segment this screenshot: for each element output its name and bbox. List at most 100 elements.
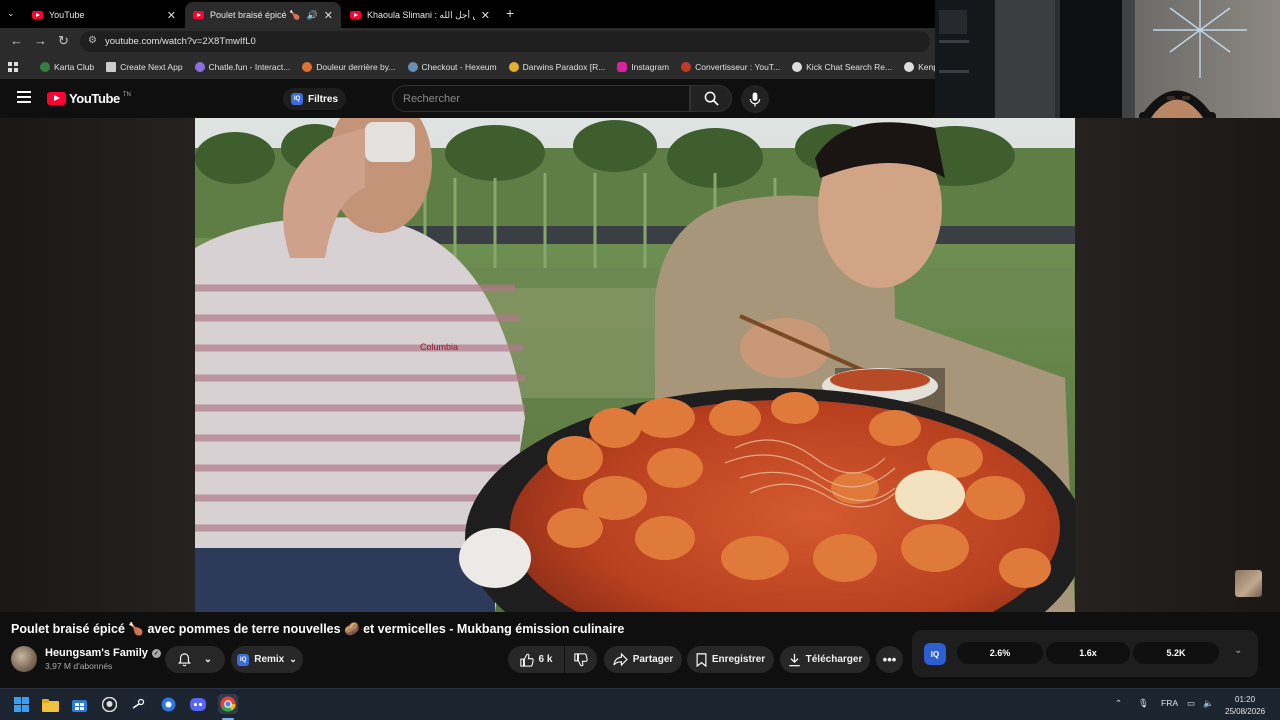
remix-button[interactable]: IQ Remix ⌄ bbox=[231, 646, 303, 673]
bookmark-kick-chat[interactable]: Kick Chat Search Re... bbox=[786, 62, 898, 72]
steam-icon[interactable] bbox=[130, 696, 147, 713]
bookmark-label: Checkout - Hexeum bbox=[421, 62, 497, 72]
bookmark-karta-club[interactable]: Karta Club bbox=[34, 62, 100, 72]
bookmark-chatle[interactable]: Chatle.fun - Interact... bbox=[189, 62, 297, 72]
tab-current-video[interactable]: Poulet braisé épicé 🍗 avec 🔊 ✕ bbox=[185, 2, 341, 28]
extension-stats-panel: IQ 2.6% 1.6x 5.2K ⌄ bbox=[912, 630, 1258, 677]
like-button[interactable]: 6 k bbox=[508, 646, 564, 673]
bookmark-label: Kenpachi Zaraki Bl... bbox=[918, 62, 935, 72]
bookmark-favicon-icon bbox=[302, 62, 313, 72]
logo-country-code: TN bbox=[122, 91, 131, 98]
bell-icon bbox=[177, 652, 191, 666]
github-icon[interactable] bbox=[101, 696, 118, 713]
reload-icon[interactable]: ↻ bbox=[58, 33, 69, 49]
clock-date: 25/08/2026 bbox=[1225, 707, 1266, 716]
windows-taskbar: ⌃ 🎙 FRA ▭ 🔈 01:20 25/08/2026 bbox=[0, 688, 1280, 720]
chrome-icon[interactable] bbox=[218, 694, 238, 714]
new-tab-button[interactable]: + bbox=[506, 5, 514, 21]
more-actions-button[interactable]: ••• bbox=[876, 646, 903, 673]
tab-list-chevron-icon[interactable]: ⌄ bbox=[7, 8, 15, 19]
video-title: Poulet braisé épicé 🍗 avec pommes de ter… bbox=[11, 622, 625, 636]
windows-start-icon[interactable] bbox=[13, 696, 30, 713]
bookmark-instagram[interactable]: Instagram bbox=[611, 62, 675, 72]
close-tab-icon[interactable]: ✕ bbox=[481, 9, 490, 22]
channel-name[interactable]: Heungsam's Family bbox=[45, 647, 148, 659]
video-frame-image: Columbia bbox=[195, 118, 1075, 612]
microphone-tray-icon[interactable]: 🎙 bbox=[1138, 698, 1149, 709]
close-tab-icon[interactable]: ✕ bbox=[167, 9, 176, 22]
bookmark-convertisseur[interactable]: Convertisseur : YouT... bbox=[675, 62, 786, 72]
iq-extension-icon[interactable]: IQ bbox=[924, 643, 946, 665]
tray-overflow-chevron-icon[interactable]: ⌃ bbox=[1115, 698, 1122, 709]
dislike-button[interactable] bbox=[565, 646, 597, 673]
bookmark-label: Create Next App bbox=[120, 62, 183, 72]
bookmark-label: Convertisseur : YouT... bbox=[695, 62, 781, 72]
app-blue-icon[interactable] bbox=[160, 696, 177, 713]
video-frame[interactable]: Columbia bbox=[195, 118, 1075, 612]
youtube-logo[interactable]: YouTube TN bbox=[47, 91, 131, 106]
url-field[interactable]: ⚙ youtube.com/watch?v=2X8TmwIfL0 bbox=[80, 31, 930, 52]
stat-count: 5.2K bbox=[1133, 642, 1219, 664]
thumbs-down-icon bbox=[574, 652, 588, 666]
stat-percentage: 2.6% bbox=[957, 642, 1043, 664]
ambient-glow-left bbox=[0, 118, 195, 612]
notification-bell-button[interactable]: ⌄ bbox=[165, 646, 225, 673]
channel-name-row[interactable]: Heungsam's Family ✓ bbox=[45, 647, 161, 659]
close-tab-icon[interactable]: ✕ bbox=[324, 9, 333, 22]
file-explorer-icon[interactable] bbox=[42, 696, 59, 713]
bookmark-favicon-icon bbox=[681, 62, 692, 72]
tab-label: YouTube bbox=[49, 10, 85, 20]
bookmark-label: Kick Chat Search Re... bbox=[806, 62, 893, 72]
search-button[interactable] bbox=[690, 85, 732, 112]
filters-button[interactable]: IQ Filtres bbox=[283, 88, 347, 110]
thumbs-up-icon bbox=[519, 653, 534, 667]
download-button[interactable]: Télécharger bbox=[780, 646, 870, 673]
apps-grid-icon[interactable] bbox=[0, 62, 24, 72]
network-icon[interactable]: ▭ bbox=[1187, 698, 1195, 709]
instagram-icon bbox=[617, 62, 628, 72]
video-player[interactable]: Columbia bbox=[0, 118, 1280, 612]
share-button[interactable]: Partager bbox=[604, 646, 682, 673]
voice-search-button[interactable] bbox=[741, 85, 769, 113]
bookmark-label: Douleur derrière by... bbox=[316, 62, 396, 72]
bookmark-label: Karta Club bbox=[54, 62, 95, 72]
like-count: 6 k bbox=[538, 654, 553, 665]
bookmark-favicon-icon bbox=[508, 62, 519, 72]
globe-icon bbox=[904, 62, 915, 72]
chevron-down-icon: ⌄ bbox=[289, 654, 297, 664]
bookmark-kenpachi[interactable]: Kenpachi Zaraki Bl... bbox=[898, 62, 935, 72]
youtube-favicon-icon bbox=[32, 11, 43, 19]
channel-avatar[interactable] bbox=[11, 646, 37, 672]
bookmark-douleur[interactable]: Douleur derrière by... bbox=[296, 62, 401, 72]
speaker-icon[interactable]: 🔊 bbox=[307, 10, 318, 21]
microsoft-store-icon[interactable] bbox=[71, 696, 88, 713]
discord-icon[interactable] bbox=[189, 696, 206, 713]
tab-youtube[interactable]: YouTube ✕ bbox=[24, 2, 184, 28]
chevron-down-icon[interactable]: ⌄ bbox=[1234, 645, 1242, 656]
microphone-icon bbox=[749, 91, 761, 107]
bookmark-create-next-app[interactable]: Create Next App bbox=[100, 62, 188, 72]
input-language[interactable]: FRA bbox=[1161, 698, 1178, 708]
chevron-down-icon: ⌄ bbox=[203, 654, 213, 665]
bookmark-label: Instagram bbox=[631, 62, 670, 72]
volume-icon[interactable]: 🔈 bbox=[1203, 698, 1214, 709]
bookmark-favicon-icon bbox=[407, 62, 418, 72]
bookmark-favicon-icon bbox=[40, 62, 50, 72]
site-info-icon[interactable]: ⚙ bbox=[88, 35, 97, 46]
hamburger-menu-icon[interactable] bbox=[17, 91, 31, 103]
back-icon[interactable]: ← bbox=[10, 33, 23, 48]
youtube-play-icon bbox=[47, 92, 66, 105]
save-button[interactable]: Enregistrer bbox=[687, 646, 774, 673]
search-input[interactable] bbox=[392, 85, 690, 112]
download-icon bbox=[788, 653, 800, 666]
remix-label: Remix bbox=[254, 654, 285, 665]
bookmark-hexeum[interactable]: Checkout - Hexeum bbox=[402, 62, 503, 72]
subscriber-count: 3,97 M d'abonnés bbox=[45, 661, 113, 671]
tab-khaoula[interactable]: Khaoula Slimani : كاري من أجل الله ✕ bbox=[342, 2, 498, 28]
bookmark-darwins-paradox[interactable]: Darwins Paradox [R... bbox=[503, 62, 612, 72]
forward-icon[interactable]: → bbox=[34, 33, 47, 48]
system-clock[interactable]: 01:20 25/08/2026 bbox=[1225, 694, 1265, 718]
miniplayer-thumbnail[interactable] bbox=[1235, 570, 1262, 597]
browser-tab-strip: ⌄ YouTube ✕ Poulet braisé épicé 🍗 avec 🔊… bbox=[0, 0, 935, 28]
filters-label: Filtres bbox=[308, 93, 339, 105]
